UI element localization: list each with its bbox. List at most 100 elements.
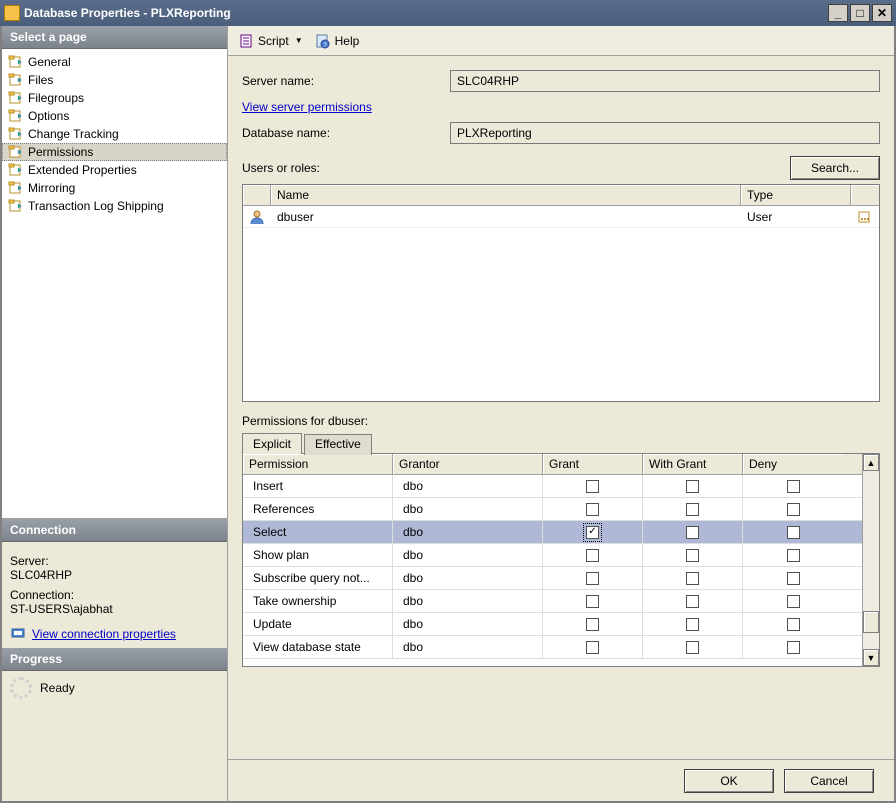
permission-row[interactable]: View database statedbo (243, 636, 862, 659)
database-name-label: Database name: (242, 126, 442, 140)
cancel-button[interactable]: Cancel (784, 769, 874, 793)
maximize-button[interactable]: □ (850, 4, 870, 22)
page-icon (8, 126, 24, 142)
users-grid[interactable]: Name Type dbuserUser (242, 184, 880, 402)
permission-row[interactable]: Updatedbo (243, 613, 862, 636)
checkbox[interactable] (586, 572, 599, 585)
close-button[interactable]: ✕ (872, 4, 892, 22)
footer: OK Cancel (228, 759, 894, 801)
checkbox[interactable] (787, 503, 800, 516)
connection-value: ST-USERS\ajabhat (10, 602, 219, 616)
server-name-label: Server name: (242, 74, 442, 88)
checkbox[interactable] (586, 526, 599, 539)
checkbox[interactable] (586, 480, 599, 493)
sidebar-item-extended-properties[interactable]: Extended Properties (2, 161, 227, 179)
checkbox[interactable] (686, 480, 699, 493)
content-area: Server name: SLC04RHP View server permis… (228, 56, 894, 759)
checkbox[interactable] (686, 572, 699, 585)
page-icon (8, 108, 24, 124)
sidebar-item-filegroups[interactable]: Filegroups (2, 89, 227, 107)
checkbox[interactable] (787, 572, 800, 585)
col-grant[interactable]: Grant (543, 454, 643, 474)
permission-row[interactable]: Referencesdbo (243, 498, 862, 521)
scroll-thumb[interactable] (863, 611, 879, 633)
app-icon (4, 5, 20, 21)
checkbox[interactable] (686, 641, 699, 654)
help-icon: ? (315, 33, 331, 49)
col-permission[interactable]: Permission (243, 454, 393, 474)
connection-label: Connection: (10, 588, 219, 602)
page-icon (8, 180, 24, 196)
search-button[interactable]: Search... (790, 156, 880, 180)
permissions-for-label: Permissions for dbuser: (242, 414, 880, 428)
checkbox[interactable] (686, 503, 699, 516)
database-name-field: PLXReporting (450, 122, 880, 144)
scroll-down-button[interactable]: ▼ (863, 649, 879, 666)
view-connection-properties-link[interactable]: View connection properties (32, 627, 176, 641)
page-icon (8, 90, 24, 106)
page-icon (8, 162, 24, 178)
checkbox[interactable] (686, 595, 699, 608)
progress-status: Ready (40, 681, 75, 695)
checkbox[interactable] (586, 618, 599, 631)
checkbox[interactable] (686, 526, 699, 539)
checkbox[interactable] (787, 549, 800, 562)
dropdown-arrow-icon: ▼ (295, 36, 303, 45)
permission-row[interactable]: Selectdbo (243, 521, 862, 544)
checkbox[interactable] (586, 595, 599, 608)
progress-info: Ready (2, 671, 227, 705)
permission-row[interactable]: Show plandbo (243, 544, 862, 567)
ok-button[interactable]: OK (684, 769, 774, 793)
view-server-permissions-link[interactable]: View server permissions (242, 100, 372, 114)
checkbox[interactable] (586, 549, 599, 562)
titlebar: Database Properties - PLXReporting _ □ ✕ (0, 0, 896, 26)
checkbox[interactable] (787, 480, 800, 493)
tab-effective[interactable]: Effective (304, 434, 372, 455)
server-label: Server: (10, 554, 219, 568)
users-roles-label: Users or roles: (242, 161, 320, 175)
page-icon (8, 144, 24, 160)
permission-row[interactable]: Subscribe query not...dbo (243, 567, 862, 590)
scroll-track[interactable] (863, 471, 879, 649)
checkbox[interactable] (787, 595, 800, 608)
permission-row[interactable]: Take ownershipdbo (243, 590, 862, 613)
ellipsis-icon[interactable] (857, 209, 873, 225)
user-icon (249, 209, 265, 225)
script-button[interactable]: Script ▼ (234, 31, 307, 51)
permission-row[interactable]: Insertdbo (243, 475, 862, 498)
scrollbar[interactable]: ▲ ▼ (862, 454, 879, 666)
col-deny[interactable]: Deny (743, 454, 843, 474)
page-list: GeneralFilesFilegroupsOptionsChange Trac… (2, 49, 227, 519)
checkbox[interactable] (686, 618, 699, 631)
sidebar-item-files[interactable]: Files (2, 71, 227, 89)
checkbox[interactable] (586, 641, 599, 654)
col-type[interactable]: Type (741, 185, 851, 205)
col-grantor[interactable]: Grantor (393, 454, 543, 474)
col-with-grant[interactable]: With Grant (643, 454, 743, 474)
sidebar-item-options[interactable]: Options (2, 107, 227, 125)
checkbox[interactable] (586, 503, 599, 516)
permissions-grid[interactable]: Permission Grantor Grant With Grant Deny… (242, 453, 880, 667)
col-name[interactable]: Name (271, 185, 741, 205)
sidebar-item-permissions[interactable]: Permissions (2, 143, 227, 161)
scroll-up-button[interactable]: ▲ (863, 454, 879, 471)
checkbox[interactable] (787, 618, 800, 631)
sidebar-item-mirroring[interactable]: Mirroring (2, 179, 227, 197)
progress-ring-icon (10, 677, 32, 699)
page-icon (8, 198, 24, 214)
tab-explicit[interactable]: Explicit (242, 433, 302, 454)
sidebar-item-general[interactable]: General (2, 53, 227, 71)
connection-icon (10, 626, 26, 642)
checkbox[interactable] (787, 641, 800, 654)
checkbox[interactable] (787, 526, 800, 539)
checkbox[interactable] (686, 549, 699, 562)
sidebar-item-transaction-log-shipping[interactable]: Transaction Log Shipping (2, 197, 227, 215)
toolbar: Script ▼ ? Help (228, 26, 894, 56)
minimize-button[interactable]: _ (828, 4, 848, 22)
connection-header: Connection (2, 519, 227, 542)
user-row[interactable]: dbuserUser (243, 206, 879, 228)
sidebar-item-change-tracking[interactable]: Change Tracking (2, 125, 227, 143)
help-button[interactable]: ? Help (311, 31, 364, 51)
left-panel: Select a page GeneralFilesFilegroupsOpti… (2, 26, 228, 801)
select-page-header: Select a page (2, 26, 227, 49)
